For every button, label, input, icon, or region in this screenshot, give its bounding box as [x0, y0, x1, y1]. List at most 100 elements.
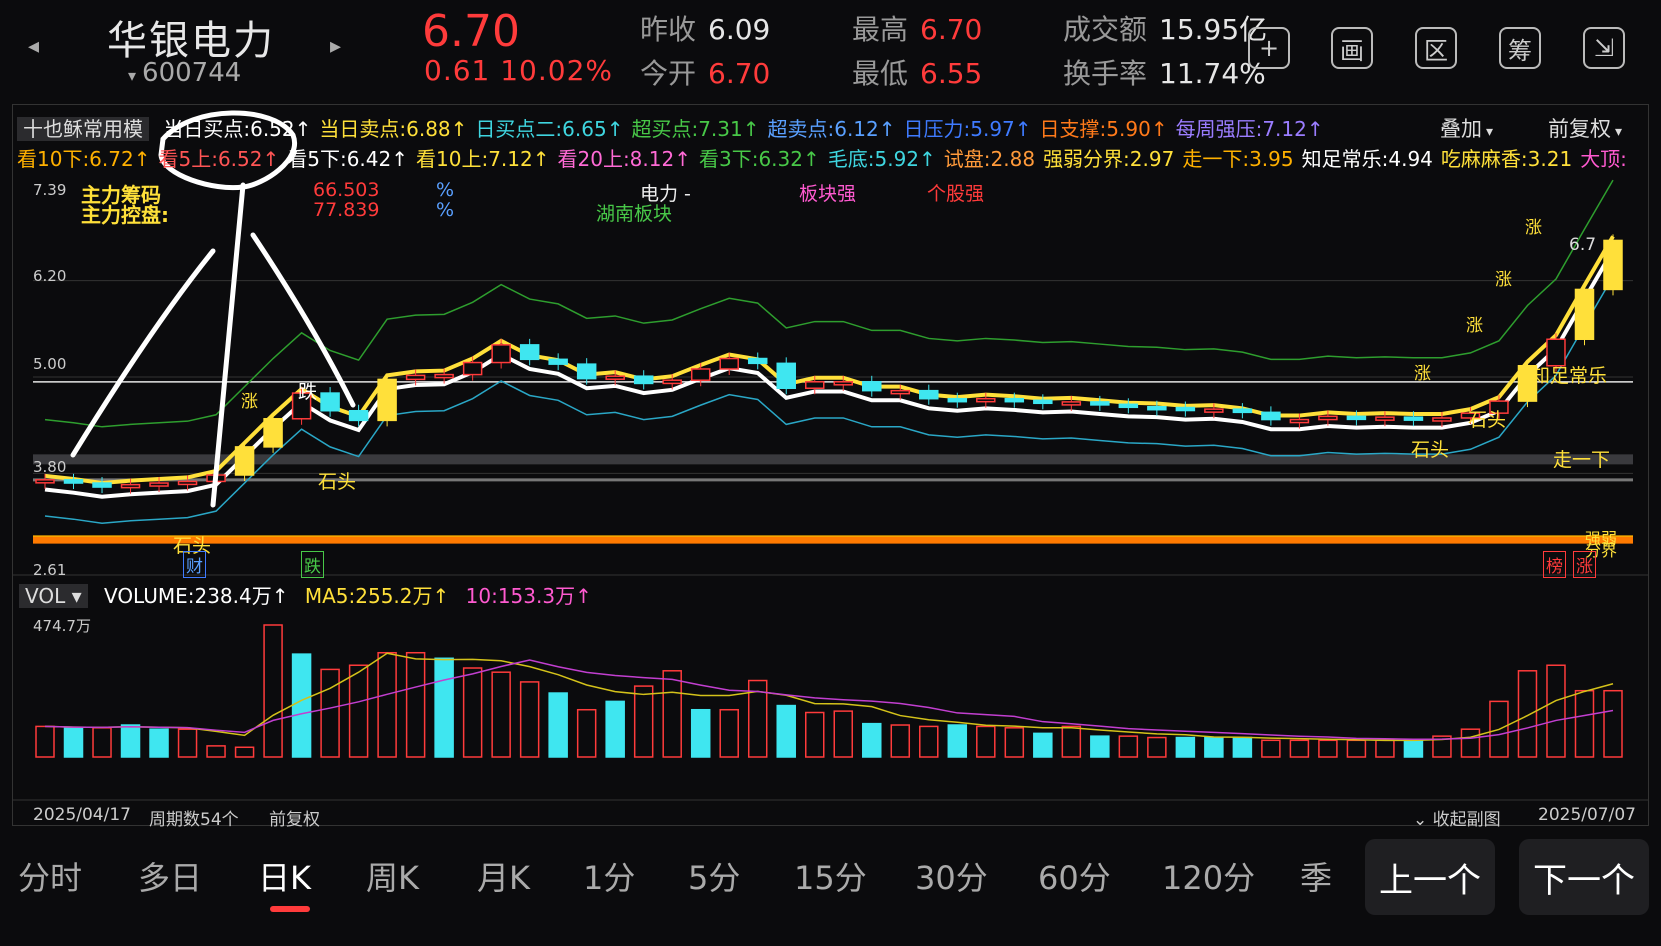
tab-0[interactable]: 分时	[18, 853, 82, 899]
tab-2[interactable]: 日K	[258, 853, 311, 899]
volume-legend: VOL ▾ VOLUME:238.4万↑ MA5:255.2万↑ 10:153.…	[19, 580, 592, 609]
prev-stock-arrow-icon[interactable]: ◂	[28, 34, 39, 59]
tab-9[interactable]: 60分	[1038, 853, 1111, 899]
sector-strong-label: 板块强	[799, 183, 857, 205]
candle-body	[1346, 415, 1367, 421]
volume-bar	[405, 651, 426, 758]
indicator-value: 看5上:6.52↑	[158, 147, 280, 171]
y-tick-label: 3.80	[33, 458, 67, 476]
candle-body	[1090, 401, 1110, 406]
candle-body	[605, 375, 625, 380]
rise-badge[interactable]: 涨	[1573, 551, 1596, 578]
next-stock-button[interactable]: 下一个	[1519, 839, 1649, 915]
finance-marker[interactable]: 财	[183, 551, 206, 578]
indicator-value: 看10上:7.12↑	[416, 147, 550, 171]
last-price-label: 6.7	[1569, 235, 1597, 255]
low-label: 最低	[852, 57, 909, 90]
indicator-value: 知足常乐:4.94	[1301, 147, 1433, 171]
tab-5[interactable]: 1分	[583, 853, 635, 899]
tab-8[interactable]: 30分	[915, 853, 988, 899]
candle-body	[263, 418, 283, 448]
volume-bar	[976, 725, 996, 758]
volume-bar	[662, 670, 682, 758]
tab-3[interactable]: 周K	[366, 853, 419, 899]
low-price: 最低 6.55	[852, 52, 982, 92]
volume-bar	[1403, 739, 1424, 758]
vol-indicator-selector[interactable]: VOL ▾	[19, 584, 88, 608]
stock-code[interactable]: ▾ 600744	[128, 58, 241, 88]
indicator-value: 吃麻麻香:3.21	[1440, 147, 1573, 171]
volume-bar	[1232, 736, 1253, 758]
open-value: 6.70	[708, 57, 771, 90]
rise-marker: 涨	[1414, 364, 1431, 384]
candle-body	[862, 381, 882, 392]
prev-close-label: 昨收	[640, 13, 697, 46]
add-icon[interactable]: +	[1248, 27, 1290, 69]
template-selector[interactable]: 十也稣常用模	[17, 117, 149, 141]
candle-body	[92, 482, 112, 488]
main-control-value: 77.839	[313, 199, 380, 221]
content-line-label: 知足常乐	[1531, 365, 1608, 387]
volume-bar	[605, 700, 625, 758]
candle-body	[1232, 408, 1253, 414]
tab-7[interactable]: 15分	[794, 853, 867, 899]
candle-body	[719, 357, 739, 370]
candle-body	[548, 358, 568, 365]
volume-bar	[1318, 739, 1338, 758]
candle-body	[776, 362, 796, 389]
low-value: 6.55	[920, 57, 983, 90]
volume-bar	[919, 725, 939, 758]
volume-bar	[1004, 727, 1025, 758]
adjust-dropdown[interactable]: 前复权 ▾	[1548, 113, 1622, 143]
landscape-icon[interactable]: ⇲	[1583, 27, 1625, 69]
candle-body	[804, 381, 825, 389]
tab-4[interactable]: 月K	[477, 853, 530, 899]
candle-body	[1432, 417, 1452, 422]
volume-bar	[1061, 725, 1082, 758]
collapse-subchart-button[interactable]: ⌄ 收起副图	[1413, 805, 1501, 830]
stone-marker: 石头	[1468, 409, 1507, 431]
candle-body	[919, 389, 939, 400]
candle-body	[491, 344, 511, 364]
overlay-dropdown[interactable]: 叠加 ▾	[1440, 113, 1493, 143]
candle-body	[1318, 415, 1338, 421]
overlay-label: 叠加	[1440, 117, 1482, 141]
prev-close: 昨收 6.09	[640, 8, 770, 48]
volume-bar	[462, 667, 483, 758]
chips-icon[interactable]: 筹	[1499, 27, 1541, 69]
stock-code-text: 600744	[142, 58, 242, 88]
draw-icon[interactable]: 画	[1331, 27, 1373, 69]
chevron-down-icon: ▾	[71, 584, 82, 608]
volume-bar	[120, 724, 141, 758]
candle-body	[833, 381, 854, 386]
lower-band-line	[44, 276, 1614, 524]
tab-10[interactable]: 120分	[1162, 853, 1255, 899]
kline-chart-panel[interactable]: 十也稣常用模 当日买点:6.52↑ 当日卖点:6.88↑ 日买点二:6.65↑ 超买点…	[12, 104, 1649, 830]
turnover-label: 换手率	[1063, 57, 1148, 90]
volume-max-label: 474.7万	[33, 617, 91, 635]
y-tick-label: 5.00	[33, 355, 67, 373]
fall-badge[interactable]: 跌	[301, 551, 324, 578]
tab-1[interactable]: 多日	[138, 853, 202, 899]
high-price: 最高 6.70	[852, 8, 982, 48]
kline-svg[interactable]	[13, 105, 1648, 825]
candle-body	[377, 378, 397, 422]
indicator-value: 当日卖点:6.88↑	[319, 117, 468, 141]
volume-bar	[377, 651, 397, 758]
volume-bar	[1460, 728, 1481, 758]
indicator-value: 当日买点:6.52↑	[163, 117, 312, 141]
volume-bar	[548, 692, 568, 758]
candle-body	[690, 368, 711, 381]
next-stock-arrow-icon[interactable]: ▸	[330, 34, 341, 59]
prev-stock-button[interactable]: 上一个	[1365, 839, 1495, 915]
volume-bar	[35, 725, 55, 758]
main-control-label: 主力控盘:	[81, 203, 169, 227]
tab-6[interactable]: 5分	[688, 853, 740, 899]
end-date: 2025/07/07	[1538, 805, 1636, 825]
volume-bar	[1261, 739, 1281, 758]
volume-bar	[1090, 735, 1110, 758]
rank-badge[interactable]: 榜	[1543, 551, 1566, 578]
range-icon[interactable]: 区	[1415, 27, 1457, 69]
rise-marker: 涨	[1495, 270, 1512, 290]
tab-11[interactable]: 季	[1300, 853, 1332, 899]
